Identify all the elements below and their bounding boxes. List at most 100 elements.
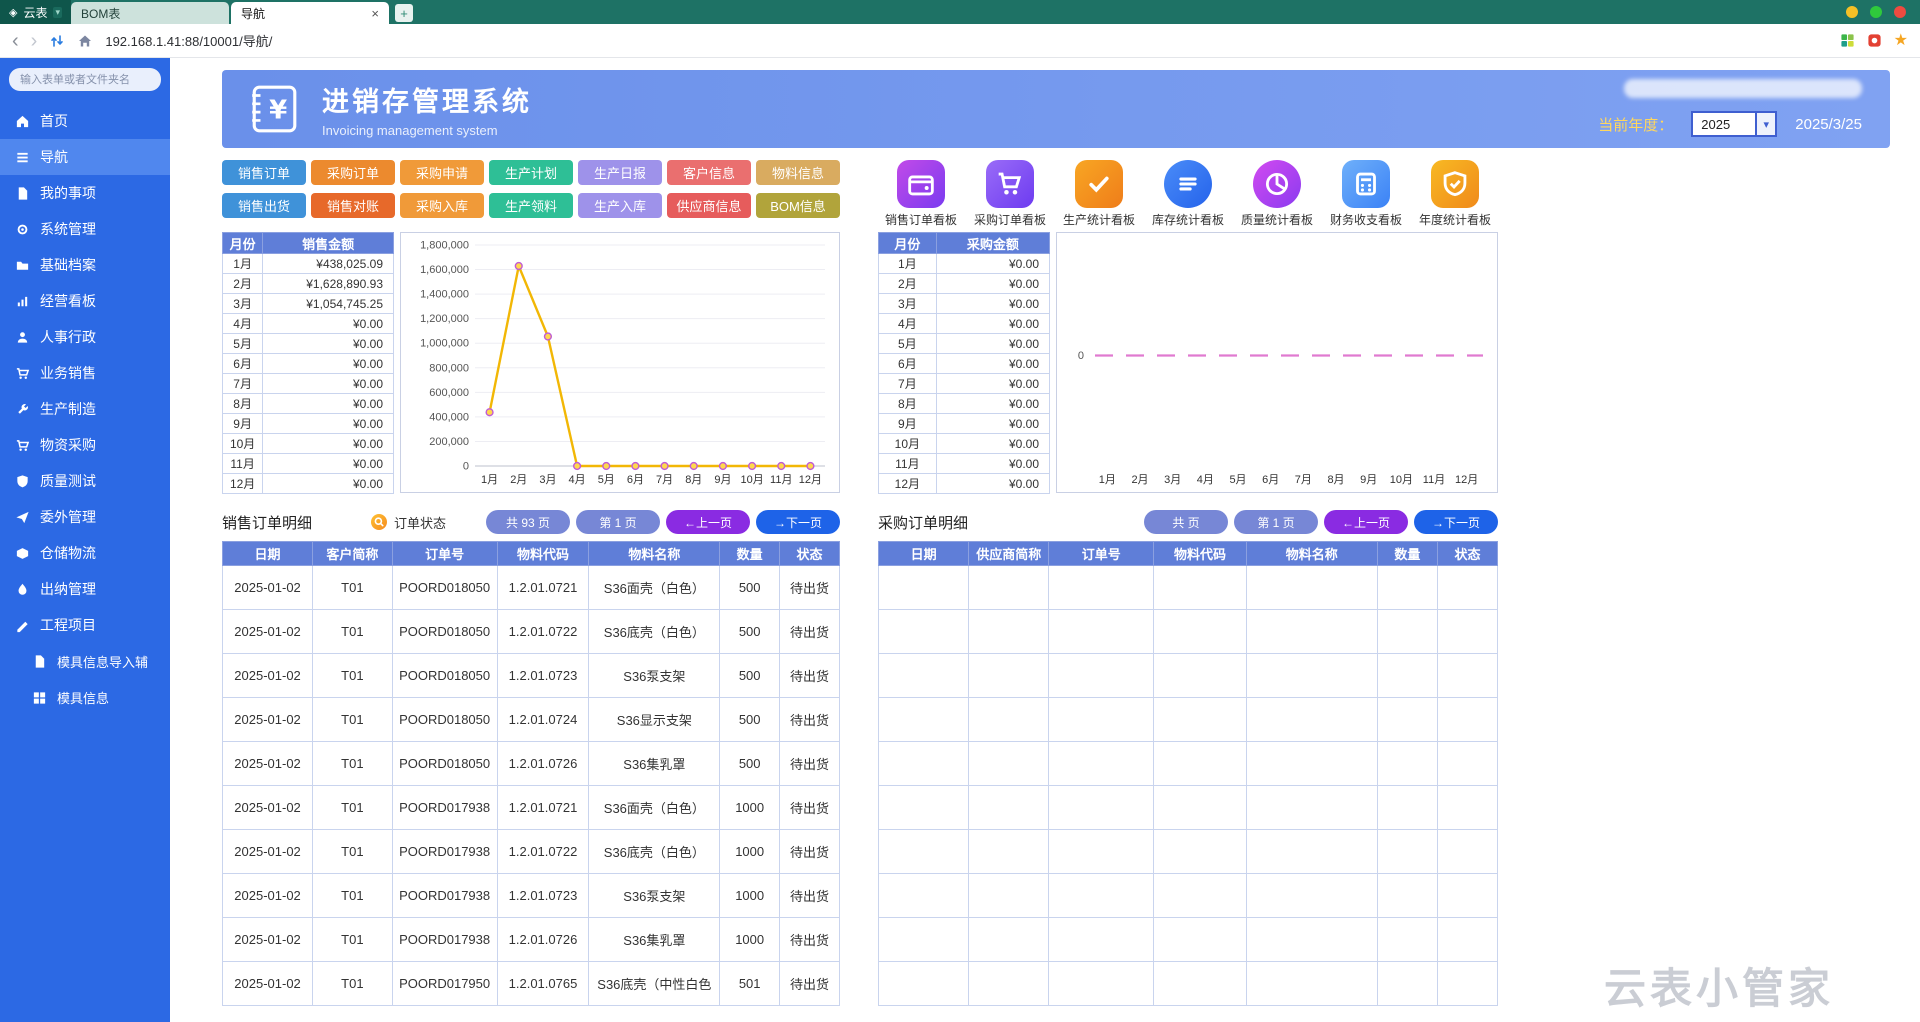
refresh-icon[interactable] bbox=[49, 33, 65, 49]
quick-buttons: 销售订单采购订单采购申请生产计划生产日报客户信息物料信息销售出货销售对账采购入库… bbox=[222, 160, 840, 218]
tab-bom[interactable]: BOM表 bbox=[71, 2, 229, 24]
cell bbox=[879, 786, 969, 830]
forward-button[interactable]: › bbox=[31, 31, 38, 51]
order-status-button[interactable]: 订单状态 bbox=[370, 513, 446, 532]
extension-grid-icon[interactable] bbox=[1840, 33, 1855, 48]
sidebar-item-2[interactable]: 我的事项 bbox=[0, 175, 170, 211]
next-page-button[interactable]: →下一页 bbox=[756, 510, 840, 534]
minimize-button[interactable] bbox=[1846, 6, 1858, 18]
quick-button-12[interactable]: 供应商信息 bbox=[667, 193, 751, 218]
quick-button-9[interactable]: 采购入库 bbox=[400, 193, 484, 218]
svg-text:11月: 11月 bbox=[770, 474, 792, 486]
cell: ¥0.00 bbox=[263, 314, 394, 334]
cell bbox=[969, 566, 1049, 610]
current-page-pill[interactable]: 第 1 页 bbox=[576, 510, 660, 534]
kanban-item-3[interactable]: 库存统计看板 bbox=[1145, 160, 1231, 228]
yen-book-icon: ¥ bbox=[248, 83, 300, 135]
quick-button-11[interactable]: 生产入库 bbox=[578, 193, 662, 218]
kanban-item-1[interactable]: 采购订单看板 bbox=[967, 160, 1053, 228]
search-input[interactable] bbox=[9, 68, 161, 91]
table-row: 10月¥0.00 bbox=[879, 434, 1050, 454]
maximize-button[interactable] bbox=[1870, 6, 1882, 18]
cell bbox=[1049, 962, 1154, 1006]
cell: 待出货 bbox=[780, 874, 840, 918]
cell: 8月 bbox=[223, 394, 263, 414]
quick-button-8[interactable]: 销售对账 bbox=[311, 193, 395, 218]
kanban-item-0[interactable]: 销售订单看板 bbox=[878, 160, 964, 228]
sidebar-item-6[interactable]: 人事行政 bbox=[0, 319, 170, 355]
cell bbox=[1377, 654, 1437, 698]
sidebar-item-10[interactable]: 质量测试 bbox=[0, 463, 170, 499]
sidebar-item-8[interactable]: 生产制造 bbox=[0, 391, 170, 427]
kanban-item-5[interactable]: 财务收支看板 bbox=[1323, 160, 1409, 228]
home-icon[interactable] bbox=[77, 33, 93, 49]
svg-text:200,000: 200,000 bbox=[429, 436, 469, 448]
sidebar-item-15[interactable]: 模具信息导入辅 bbox=[0, 643, 170, 679]
tab-nav[interactable]: 导航 × bbox=[231, 2, 389, 24]
logo-menu-caret-icon[interactable]: ▾ bbox=[53, 7, 62, 18]
cell: 2025-01-02 bbox=[223, 654, 313, 698]
chevron-down-icon[interactable]: ▾ bbox=[1755, 113, 1775, 135]
quick-button-13[interactable]: BOM信息 bbox=[756, 193, 840, 218]
sidebar-item-3[interactable]: 系统管理 bbox=[0, 211, 170, 247]
sidebar-item-11[interactable]: 委外管理 bbox=[0, 499, 170, 535]
cart-icon bbox=[15, 438, 30, 453]
url-text[interactable]: 192.168.1.41:88/10001/导航/ bbox=[105, 31, 272, 50]
cell bbox=[1437, 654, 1497, 698]
table-row: 7月¥0.00 bbox=[223, 374, 394, 394]
cell: ¥0.00 bbox=[936, 254, 1049, 274]
cell: 500 bbox=[720, 698, 780, 742]
new-tab-button[interactable]: + bbox=[395, 4, 413, 22]
cell: T01 bbox=[313, 742, 393, 786]
sidebar-item-14[interactable]: 工程项目 bbox=[0, 607, 170, 643]
cell: 待出货 bbox=[780, 698, 840, 742]
purchase-pagination: 共 页 第 1 页 ←上一页 →下一页 bbox=[1144, 510, 1498, 534]
quick-button-1[interactable]: 采购订单 bbox=[311, 160, 395, 185]
quick-button-0[interactable]: 销售订单 bbox=[222, 160, 306, 185]
quick-button-7[interactable]: 销售出货 bbox=[222, 193, 306, 218]
prev-page-button[interactable]: ←上一页 bbox=[1324, 510, 1408, 534]
sidebar-item-5[interactable]: 经营看板 bbox=[0, 283, 170, 319]
back-button[interactable]: ‹ bbox=[12, 31, 19, 51]
close-button[interactable] bbox=[1894, 6, 1906, 18]
cell: 待出货 bbox=[780, 566, 840, 610]
sidebar-item-label: 模具信息 bbox=[57, 688, 109, 707]
cell: 待出货 bbox=[780, 962, 840, 1006]
cell: 1月 bbox=[223, 254, 263, 274]
kanban-item-4[interactable]: 质量统计看板 bbox=[1234, 160, 1320, 228]
bookmark-star-icon[interactable]: ★ bbox=[1894, 33, 1908, 49]
current-page-pill[interactable]: 第 1 页 bbox=[1234, 510, 1318, 534]
sidebar-item-1[interactable]: 导航 bbox=[0, 139, 170, 175]
quick-button-5[interactable]: 客户信息 bbox=[667, 160, 751, 185]
next-page-button[interactable]: →下一页 bbox=[1414, 510, 1498, 534]
sidebar-item-13[interactable]: 出纳管理 bbox=[0, 571, 170, 607]
quick-button-6[interactable]: 物料信息 bbox=[756, 160, 840, 185]
cell bbox=[1437, 830, 1497, 874]
kanban-item-6[interactable]: 年度统计看板 bbox=[1412, 160, 1498, 228]
coin-icon bbox=[15, 582, 30, 597]
cloud-table-logo-icon: ◈ bbox=[9, 6, 17, 19]
kanban-label: 年度统计看板 bbox=[1419, 211, 1491, 228]
cell bbox=[1377, 874, 1437, 918]
quick-button-2[interactable]: 采购申请 bbox=[400, 160, 484, 185]
cell bbox=[1049, 566, 1154, 610]
prev-page-button[interactable]: ←上一页 bbox=[666, 510, 750, 534]
column-header: 日期 bbox=[223, 542, 313, 566]
record-icon[interactable] bbox=[1867, 33, 1882, 48]
quick-button-4[interactable]: 生产日报 bbox=[578, 160, 662, 185]
sidebar-item-9[interactable]: 物资采购 bbox=[0, 427, 170, 463]
sidebar-item-7[interactable]: 业务销售 bbox=[0, 355, 170, 391]
app-logo[interactable]: ◈ 云表 ▾ bbox=[0, 0, 71, 24]
sidebar-item-12[interactable]: 仓储物流 bbox=[0, 535, 170, 571]
cell bbox=[1049, 918, 1154, 962]
sidebar-item-4[interactable]: 基础档案 bbox=[0, 247, 170, 283]
kanban-item-2[interactable]: 生产统计看板 bbox=[1056, 160, 1142, 228]
total-pages-pill: 共 页 bbox=[1144, 510, 1228, 534]
quick-button-10[interactable]: 生产领料 bbox=[489, 193, 573, 218]
sidebar-item-0[interactable]: 首页 bbox=[0, 103, 170, 139]
cell bbox=[879, 610, 969, 654]
year-select[interactable]: 2025 ▾ bbox=[1691, 111, 1777, 137]
quick-button-3[interactable]: 生产计划 bbox=[489, 160, 573, 185]
tab-close-icon[interactable]: × bbox=[371, 6, 379, 21]
sidebar-item-16[interactable]: 模具信息 bbox=[0, 679, 170, 715]
